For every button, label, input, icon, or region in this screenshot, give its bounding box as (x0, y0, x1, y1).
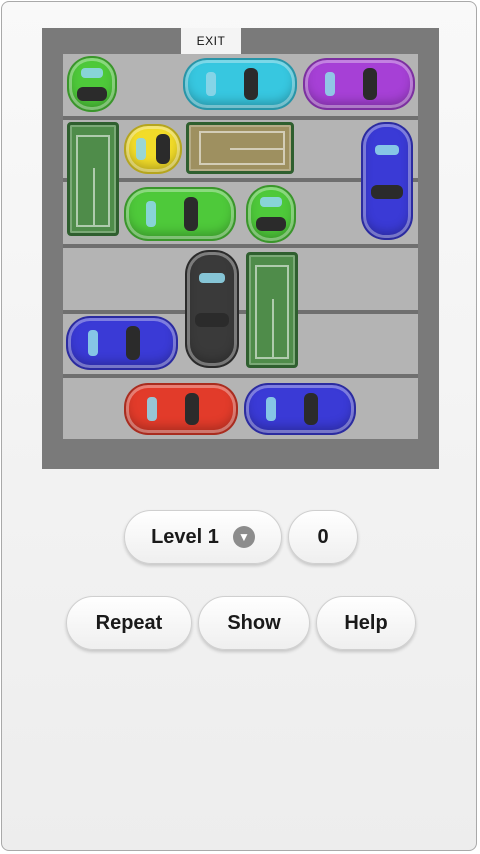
truck-divider (229, 148, 283, 150)
tan-truck[interactable] (186, 122, 294, 174)
car-roof (371, 185, 403, 199)
exit-label: EXIT (181, 28, 241, 54)
truck-divider (272, 299, 274, 357)
level-label: Level 1 (151, 525, 219, 548)
help-button[interactable]: Help (316, 596, 416, 650)
lane-separator (63, 116, 418, 120)
car-roof (126, 326, 140, 360)
level-select[interactable]: Level 1 ▼ (124, 510, 282, 564)
repeat-label: Repeat (95, 611, 163, 634)
car-roof (256, 217, 286, 231)
car-roof (77, 87, 107, 101)
repeat-button[interactable]: Repeat (66, 596, 192, 650)
green-car-small[interactable] (246, 185, 296, 243)
black-car[interactable] (185, 250, 239, 368)
help-label: Help (344, 611, 388, 634)
move-counter: 0 (288, 510, 358, 564)
purple-car[interactable] (303, 58, 415, 110)
car-roof (304, 393, 318, 425)
blue-car-bottom[interactable] (244, 383, 356, 435)
chevron-down-icon: ▼ (232, 526, 255, 548)
car-window (81, 68, 103, 78)
car-window (375, 145, 399, 155)
blue-car-left[interactable] (66, 316, 178, 370)
car-window (147, 397, 157, 421)
move-count: 0 (317, 525, 329, 548)
green-car-top-left[interactable] (67, 56, 117, 112)
green-truck-left[interactable] (67, 122, 119, 236)
lane-separator (63, 244, 418, 248)
car-roof (156, 134, 170, 164)
car-window (206, 72, 216, 96)
truck-divider (93, 168, 95, 225)
car-roof (185, 393, 199, 425)
lane-separator (63, 374, 418, 378)
blue-car-right[interactable] (361, 122, 413, 240)
car-window (136, 138, 146, 160)
green-car-middle[interactable] (124, 187, 236, 241)
car-roof (363, 68, 377, 100)
car-roof (195, 313, 229, 327)
car-window (199, 273, 225, 283)
car-window (266, 397, 276, 421)
yellow-car[interactable] (124, 124, 182, 174)
green-truck-middle[interactable] (246, 252, 298, 368)
car-roof (184, 197, 198, 231)
cyan-car[interactable] (183, 58, 297, 110)
car-window (88, 330, 98, 356)
red-car[interactable] (124, 383, 238, 435)
lane-separator (63, 310, 418, 314)
car-window (146, 201, 156, 227)
car-roof (244, 68, 258, 100)
car-window (325, 72, 335, 96)
show-button[interactable]: Show (198, 596, 310, 650)
show-label: Show (227, 611, 281, 634)
car-window (260, 197, 282, 207)
